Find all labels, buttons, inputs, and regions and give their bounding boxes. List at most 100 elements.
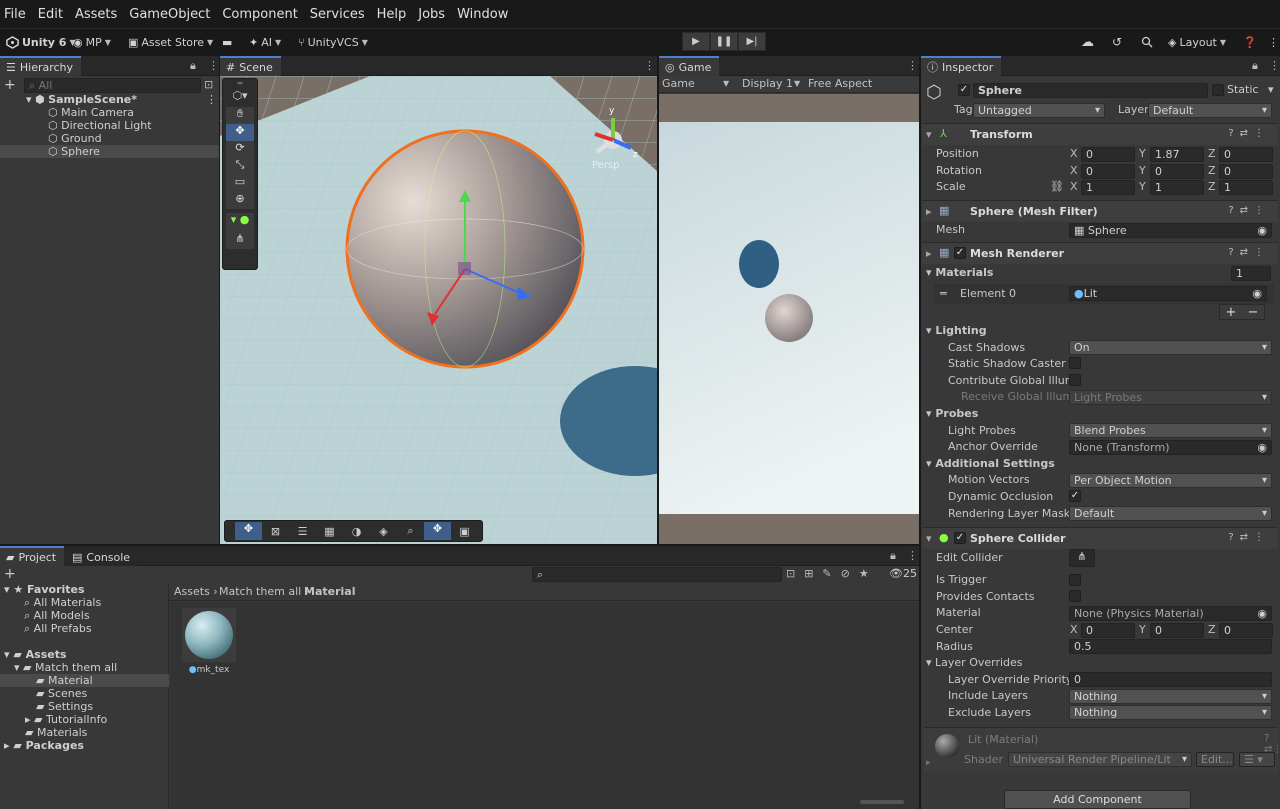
anchor-override-field[interactable]: None (Transform) ◉ [1069,440,1272,455]
rotation-z-field[interactable]: 0 [1219,164,1273,179]
radius-field[interactable]: 0.5 [1069,639,1272,654]
hierarchy-item-ground[interactable]: ⬡ Ground [0,132,219,145]
cast-shadows-dropdown[interactable]: On [1069,340,1272,355]
play-button[interactable]: ▶ [682,32,710,51]
breadcrumb-assets[interactable]: Assets › [174,585,218,598]
visibility-count[interactable]: 👁︎25 [889,567,917,580]
account-button[interactable]: ◉ MP ▼ [73,33,111,51]
more-icon[interactable]: ⋮ [644,59,655,72]
vcs-button[interactable]: ⑂ UnityVCS ▼ [298,33,368,51]
foldout-arrow-icon[interactable]: ▸ [926,758,931,768]
rotation-x-field[interactable]: 0 [1081,164,1135,179]
asset-item-mk-tex[interactable]: ●mk_tex [182,608,236,680]
object-name-field[interactable]: Sphere [973,83,1208,98]
scale-y-field[interactable]: 1 [1150,180,1204,195]
history-icon[interactable]: ↺ [1112,33,1122,51]
component-menu-icons[interactable]: ?⇄⋮ [1228,247,1270,258]
active-checkbox[interactable]: ✓ [958,84,970,96]
help-icon[interactable]: ❓ [1243,33,1257,51]
scale-z-field[interactable]: 1 [1219,180,1273,195]
element0-field[interactable]: ●Lit ◉ [1069,286,1267,301]
more-icon[interactable]: ⋮ [907,549,918,562]
include-layers-dropdown[interactable]: Nothing [1069,689,1272,704]
more-icon[interactable]: ⋮ [907,59,918,72]
menu-edit[interactable]: Edit [34,7,71,22]
component-enabled-checkbox[interactable]: ✓ [954,532,966,544]
pause-button[interactable]: ❚❚ [710,32,738,51]
hierarchy-search-input[interactable]: ⌕ All [24,78,201,93]
game-mode-dropdown[interactable]: Game [662,77,695,90]
lock-icon[interactable]: 🔒︎ [890,549,896,563]
component-menu-icons[interactable]: ?⇄⋮ [1228,128,1270,139]
project-search-input[interactable]: ⌕ [532,567,782,582]
camera-icon[interactable]: ▣ [451,525,478,538]
static-dropdown-icon[interactable]: ▾ [1268,83,1274,97]
search-icon[interactable] [1141,33,1153,51]
favorite-all-models[interactable]: ⌕ All Models [0,609,169,622]
component-menu-icons[interactable]: ?⇄⋮ [1228,532,1270,543]
scale-x-field[interactable]: 1 [1081,180,1135,195]
materials-count-field[interactable]: 1 [1231,266,1271,281]
folder-materials[interactable]: ▰ Materials [0,726,169,739]
step-button[interactable]: ▶| [738,32,766,51]
motion-vectors-dropdown[interactable]: Per Object Motion [1069,473,1272,488]
tab-console[interactable]: ▤ Console [66,546,139,566]
sphere-collider-header[interactable]: ▾ ● ✓ Sphere Collider ?⇄⋮ [922,527,1278,549]
static-shadow-checkbox[interactable] [1069,357,1081,369]
mesh-field[interactable]: ▦ Sphere ◉ [1069,223,1272,238]
light-probes-dropdown[interactable]: Blend Probes [1069,423,1272,438]
zoom-slider[interactable] [860,800,904,804]
link-icon[interactable]: ⛓ [1050,180,1064,194]
center-z-field[interactable]: 0 [1219,623,1273,638]
shading-icon[interactable]: ◑ [343,525,370,538]
scene-row[interactable]: ▾ ⬢ SampleScene* ⋮ [0,93,219,106]
probes-foldout[interactable]: ▾ Probes [926,407,978,421]
hierarchy-item-directional-light[interactable]: ⬡ Directional Light [0,119,219,132]
move-icon[interactable]: ✥ [235,522,262,540]
project-toolbar-icons[interactable]: ⊡⊞✎⊘★ [786,567,878,580]
add-icon[interactable]: + [4,77,16,93]
menu-window[interactable]: Window [453,7,516,22]
component-menu-icons[interactable]: ?⇄⋮ [1228,205,1270,216]
position-x-field[interactable]: 0 [1081,147,1135,162]
materials-foldout[interactable]: ▾ Materials [926,266,993,280]
lighting-foldout[interactable]: ▾ Lighting [926,324,987,338]
menu-component[interactable]: Component [218,7,305,22]
position-y-field[interactable]: 1.87 [1150,147,1204,162]
tab-game[interactable]: ◎ Game [659,56,720,76]
lock-icon[interactable]: 🔒︎ [1252,59,1258,73]
menu-gameobject[interactable]: GameObject [125,7,218,22]
layer-dropdown[interactable]: Default [1148,103,1272,118]
mesh-filter-header[interactable]: ▸ ▦ Sphere (Mesh Filter) ?⇄⋮ [922,200,1278,222]
cloud-icon[interactable]: ☁ [1081,33,1094,51]
breadcrumb-match-them-all[interactable]: Match them all › [219,585,309,598]
transform-header[interactable]: ▾ ⅄ Transform ?⇄⋮ [922,123,1278,145]
display-dropdown[interactable]: Display 1 [742,77,793,90]
unity-version-button[interactable]: Unity 6 ▼ [6,33,76,51]
folder-match-them-all[interactable]: ▾ ▰ Match them all [0,661,169,674]
search-filter-icon[interactable]: ⊡ [204,78,213,91]
exclude-layers-dropdown[interactable]: Nothing [1069,705,1272,720]
folder-settings[interactable]: ▰ Settings [0,700,169,713]
menu-file[interactable]: File [0,7,34,22]
menu-services[interactable]: Services [306,7,373,22]
component-enabled-checkbox[interactable]: ✓ [954,247,966,259]
rotate-tool-icon[interactable]: ⟳ [226,141,254,158]
packages-row[interactable]: ▸ ▰ Packages [0,739,169,752]
rendering-layer-dropdown[interactable]: Default [1069,506,1272,521]
more-icon[interactable]: ⋮ [208,59,219,72]
menu-help[interactable]: Help [373,7,415,22]
grid-icon[interactable]: ▦ [316,525,343,538]
folder-material[interactable]: ▰ Material [0,674,169,687]
is-trigger-checkbox[interactable] [1069,574,1081,586]
snap-icon[interactable]: ⊠ [262,525,289,538]
additional-settings-foldout[interactable]: ▾ Additional Settings [926,457,1055,471]
more-icon[interactable]: ⋮ [1268,33,1279,51]
game-viewport[interactable] [659,94,919,544]
collider-tool-icon[interactable]: ▾ ● [226,213,254,232]
favorites-row[interactable]: ▾ ★ Favorites [0,583,169,596]
edit-collider-icon[interactable]: ⋔ [226,232,254,249]
breadcrumb-material[interactable]: Material [304,585,355,598]
more-icon[interactable]: ⋮ [1269,59,1280,72]
favorite-all-prefabs[interactable]: ⌕ All Prefabs [0,622,169,635]
